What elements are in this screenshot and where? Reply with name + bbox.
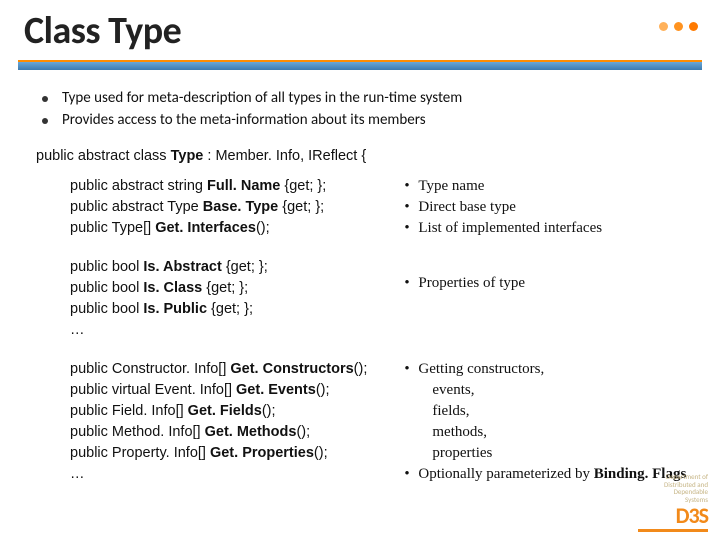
intro-item: Type used for meta-description of all ty… xyxy=(40,88,690,110)
slide-content: Type used for meta-description of all ty… xyxy=(0,74,720,503)
code-line: public bool Is. Public {get; }; xyxy=(70,299,392,320)
body-grid: public abstract string Full. Name {get; … xyxy=(40,176,690,503)
brand-text: D3S xyxy=(638,504,708,528)
code-line: public Field. Info[] Get. Fields(); xyxy=(70,401,392,422)
anno-sub: properties xyxy=(404,443,702,464)
intro-item: Provides access to the meta-information … xyxy=(40,110,690,132)
class-decl-prefix: public abstract class xyxy=(36,148,171,164)
code-block-2: public bool Is. Abstract {get; }; public… xyxy=(70,257,392,341)
code-line: … xyxy=(70,464,392,485)
annotation-1: Type name Direct base type List of imple… xyxy=(404,176,702,257)
annotation-2: Properties of type xyxy=(404,257,702,359)
code-line: public Constructor. Info[] Get. Construc… xyxy=(70,359,392,380)
code-block-3: public Constructor. Info[] Get. Construc… xyxy=(70,359,392,485)
anno-item: Properties of type xyxy=(404,273,702,294)
accent-dots xyxy=(659,22,698,31)
footer-logo: Department of Distributed and Dependable… xyxy=(638,473,708,532)
anno-sub: fields, xyxy=(404,401,702,422)
title-underline xyxy=(18,60,702,70)
code-line: public bool Is. Class {get; }; xyxy=(70,278,392,299)
class-decl-suffix: : Member. Info, IReflect { xyxy=(203,148,366,164)
code-line: public bool Is. Abstract {get; }; xyxy=(70,257,392,278)
code-line: public Type[] Get. Interfaces(); xyxy=(70,218,392,239)
code-line: … xyxy=(70,320,392,341)
code-line: public abstract string Full. Name {get; … xyxy=(70,176,392,197)
code-line: public abstract Type Base. Type {get; }; xyxy=(70,197,392,218)
code-line: public Property. Info[] Get. Properties(… xyxy=(70,443,392,464)
code-line: public virtual Event. Info[] Get. Events… xyxy=(70,380,392,401)
intro-bullets: Type used for meta-description of all ty… xyxy=(40,88,690,132)
anno-item: List of implemented interfaces xyxy=(404,218,702,239)
anno-sub: events, xyxy=(404,380,702,401)
class-declaration: public abstract class Type : Member. Inf… xyxy=(36,148,690,164)
anno-item: Direct base type xyxy=(404,197,702,218)
class-decl-name: Type xyxy=(171,148,204,164)
slide-title: Class Type xyxy=(0,0,720,60)
anno-sub: methods, xyxy=(404,422,702,443)
brand-underline xyxy=(638,529,708,532)
code-line: public Method. Info[] Get. Methods(); xyxy=(70,422,392,443)
anno-item: Type name xyxy=(404,176,702,197)
code-block-1: public abstract string Full. Name {get; … xyxy=(70,176,392,239)
anno-item: Getting constructors, xyxy=(404,359,702,380)
